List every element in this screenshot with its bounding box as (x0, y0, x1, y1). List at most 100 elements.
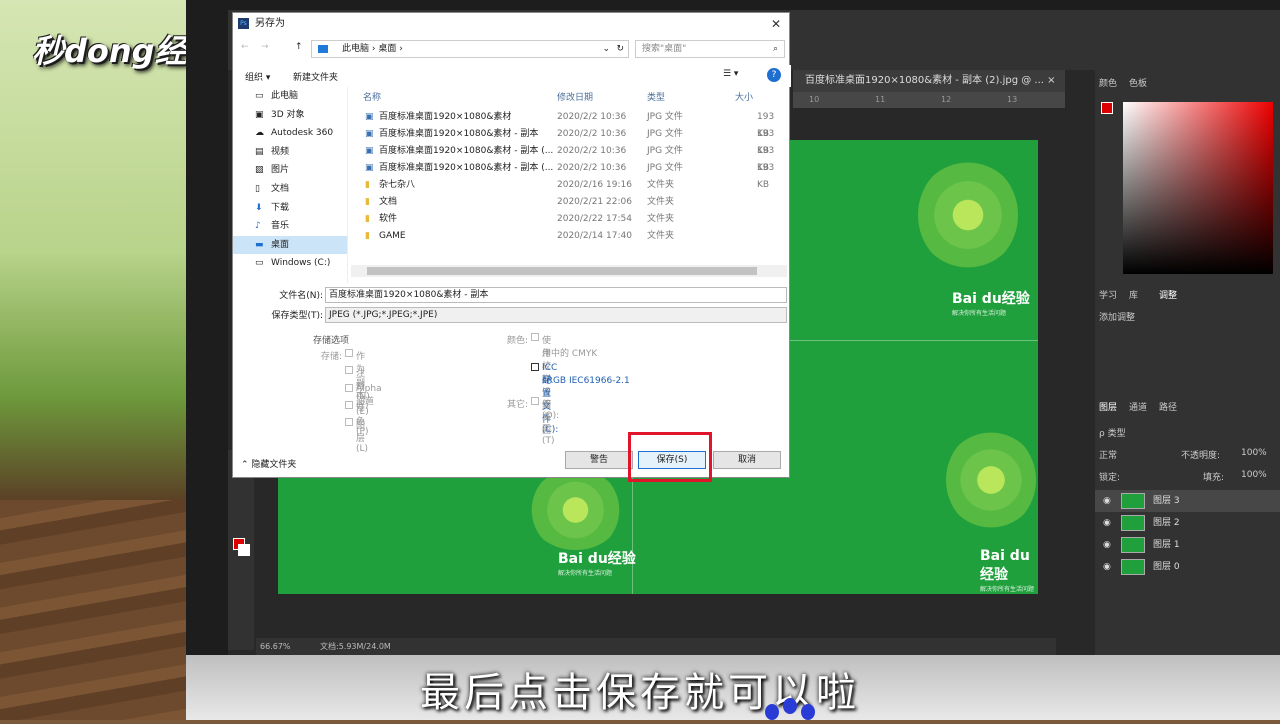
image-file-icon: ▣ (365, 129, 374, 139)
background-color-swatch[interactable] (238, 544, 250, 556)
file-name: 杂七杂八 (379, 180, 416, 190)
tab-library[interactable]: 库 (1129, 288, 1138, 301)
tab-learn[interactable]: 学习 (1099, 288, 1117, 301)
hide-folders-toggle[interactable]: ⌃ 隐藏文件夹 (241, 457, 296, 470)
icc-checkbox[interactable]: ICC 配置文件(C): (531, 363, 558, 435)
file-row[interactable]: ▣ 百度标准桌面1920×1080&素材 - 副本 (... 2020/2/2 10… (351, 160, 787, 190)
layer-row[interactable]: ◉ 图层 0 (1095, 556, 1280, 578)
thumbnail-checkbox[interactable]: 缩览图(T) (531, 397, 555, 446)
nav-item-this-pc[interactable]: ▭ 此电脑 (233, 87, 347, 106)
brand-text: Bai du经验 (980, 548, 1030, 583)
file-row[interactable]: ▮ 文档 2020/2/21 22:06 文件夹 (351, 194, 787, 211)
layer-row[interactable]: ◉ 图层 1 (1095, 534, 1280, 556)
column-date[interactable]: 修改日期 (557, 87, 593, 109)
tab-swatches[interactable]: 色板 (1129, 76, 1147, 89)
new-folder-button[interactable]: 新建文件夹 (293, 70, 338, 83)
filetype-select[interactable]: JPEG (*.JPG;*.JPEG;*.JPE) (325, 307, 787, 323)
column-name[interactable]: 名称 (363, 87, 381, 109)
nav-item-pictures[interactable]: ▨ 图片 (233, 161, 347, 180)
status-bar: 66.67% 文档:5.93M/24.0M (256, 638, 1056, 655)
nav-item-documents[interactable]: ▯ 文档 (233, 180, 347, 199)
tab-adjustments[interactable]: 调整 (1159, 288, 1177, 301)
organize-menu[interactable]: 组织 ▾ (245, 70, 270, 83)
file-date: 2020/2/2 10:36 (557, 112, 627, 122)
search-input[interactable]: 搜索"桌面" ⌕ (635, 40, 785, 58)
download-icon: ⬇ (255, 202, 263, 213)
icc-profile: sRGB IEC61966-2.1 (542, 376, 630, 386)
notes-checkbox[interactable]: 注释(N) (345, 366, 370, 402)
filename-input[interactable]: 百度标准桌面1920×1080&素材 - 副本 (325, 287, 787, 303)
spot-checkbox[interactable]: 专色(P) (345, 401, 368, 437)
document-tab-label: 百度标准桌面1920×1080&素材 - 副本 (2).jpg @ ... (805, 75, 1044, 86)
bulb-graphic (946, 430, 1036, 530)
file-name: 百度标准桌面1920×1080&素材 (379, 112, 512, 122)
file-row[interactable]: ▣ 百度标准桌面1920×1080&素材 - 副本 (... 2020/2/2 10… (351, 143, 787, 173)
address-row: ← → ↑ 此电脑 › 桌面 › ⌄ ↻ 搜索"桌面" ⌕ (233, 37, 791, 61)
scrollbar-thumb[interactable] (367, 267, 757, 275)
filetype-row: 保存类型(T): JPEG (*.JPG;*.JPEG;*.JPE) (233, 307, 791, 325)
cancel-button[interactable]: 取消 (713, 451, 781, 469)
refresh-icon[interactable]: ↻ (616, 41, 624, 57)
help-icon[interactable]: ? (767, 68, 781, 82)
tab-channels[interactable]: 通道 (1129, 400, 1147, 413)
proof-checkbox[interactable]: 使用校样设置(O): 工 (531, 333, 559, 434)
fill-value[interactable]: 100% (1241, 470, 1267, 480)
layer-row[interactable]: ◉ 图层 2 (1095, 512, 1280, 534)
close-icon[interactable]: ✕ (771, 13, 781, 35)
column-size[interactable]: 大小 (735, 87, 753, 109)
file-name: 百度标准桌面1920×1080&素材 - 副本 (379, 129, 539, 139)
layer-row[interactable]: ◉ 图层 3 (1095, 490, 1280, 512)
nav-item-music[interactable]: ♪ 音乐 (233, 217, 347, 236)
file-row[interactable]: ▮ GAME 2020/2/14 17:40 文件夹 (351, 228, 787, 245)
image-file-icon: ▣ (365, 112, 374, 122)
nav-item-autodesk[interactable]: ☁ Autodesk 360 (233, 124, 347, 143)
chevron-down-icon[interactable]: ⌄ (602, 41, 610, 57)
file-row[interactable]: ▣ 百度标准桌面1920×1080&素材 2020/2/2 10:36 JPG 文件 1… (351, 109, 787, 139)
tab-color[interactable]: 颜色 (1099, 76, 1117, 89)
folder-icon: ▮ (365, 180, 370, 190)
layers-checkbox[interactable]: 图层(L) (345, 418, 368, 454)
blend-mode-select[interactable]: 正常 (1099, 448, 1117, 461)
breadcrumb-item[interactable]: 桌面 (378, 44, 396, 54)
nav-item-label: 下载 (271, 202, 290, 213)
breadcrumb-item[interactable]: 此电脑 (342, 44, 369, 54)
file-date: 2020/2/16 19:16 (557, 180, 632, 190)
filename-row: 文件名(N): 百度标准桌面1920×1080&素材 - 副本 (233, 287, 791, 305)
tab-paths[interactable]: 路径 (1159, 400, 1177, 413)
zoom-level[interactable]: 66.67% (260, 638, 291, 655)
nav-item-3d-objects[interactable]: ▣ 3D 对象 (233, 106, 347, 125)
layer-kind-filter[interactable]: ρ 类型 (1099, 426, 1126, 439)
up-arrow-icon[interactable]: ↑ (295, 42, 303, 52)
view-options-icon[interactable]: ☰ ▾ (723, 69, 738, 79)
eye-icon[interactable]: ◉ (1103, 490, 1111, 512)
warning-button[interactable]: 警告 (565, 451, 633, 469)
tab-layers[interactable]: 图层 (1099, 400, 1117, 413)
color-swatch-fg[interactable] (1101, 102, 1113, 114)
forward-arrow-icon[interactable]: → (261, 42, 269, 52)
nav-item-windows-c[interactable]: ▭ Windows (C:) (233, 254, 347, 273)
nav-item-desktop[interactable]: ▬ 桌面 (233, 235, 347, 255)
file-row[interactable]: ▮ 杂七杂八 2020/2/16 19:16 文件夹 (351, 177, 787, 194)
file-row[interactable]: ▮ 软件 2020/2/22 17:54 文件夹 (351, 211, 787, 228)
opacity-label: 不透明度: (1181, 451, 1221, 461)
eye-icon[interactable]: ◉ (1103, 534, 1111, 556)
file-name: 软件 (379, 214, 398, 224)
color-picker-field[interactable] (1123, 102, 1273, 274)
nav-item-label: 桌面 (271, 239, 290, 250)
eye-icon[interactable]: ◉ (1103, 556, 1111, 578)
alpha-checkbox[interactable]: Alpha 通道(E) (345, 384, 382, 417)
nav-item-videos[interactable]: ▤ 视频 (233, 143, 347, 162)
address-bar[interactable]: 此电脑 › 桌面 › ⌄ ↻ (311, 40, 629, 58)
file-row[interactable]: ▣ 百度标准桌面1920×1080&素材 - 副本 2020/2/2 10:36 JP… (351, 126, 787, 156)
horizontal-scrollbar[interactable] (351, 265, 787, 277)
back-arrow-icon[interactable]: ← (241, 42, 249, 52)
eye-icon[interactable]: ◉ (1103, 512, 1111, 534)
opacity-value[interactable]: 100% (1241, 448, 1267, 458)
close-icon[interactable]: × (1047, 75, 1055, 86)
column-type[interactable]: 类型 (647, 87, 665, 109)
layer-name: 图层 1 (1153, 540, 1180, 550)
as-copy-checkbox[interactable]: 作为副本(Y) (345, 349, 369, 411)
nav-item-downloads[interactable]: ⬇ 下载 (233, 199, 347, 218)
file-type: 文件夹 (647, 197, 675, 207)
file-type: 文件夹 (647, 231, 675, 241)
